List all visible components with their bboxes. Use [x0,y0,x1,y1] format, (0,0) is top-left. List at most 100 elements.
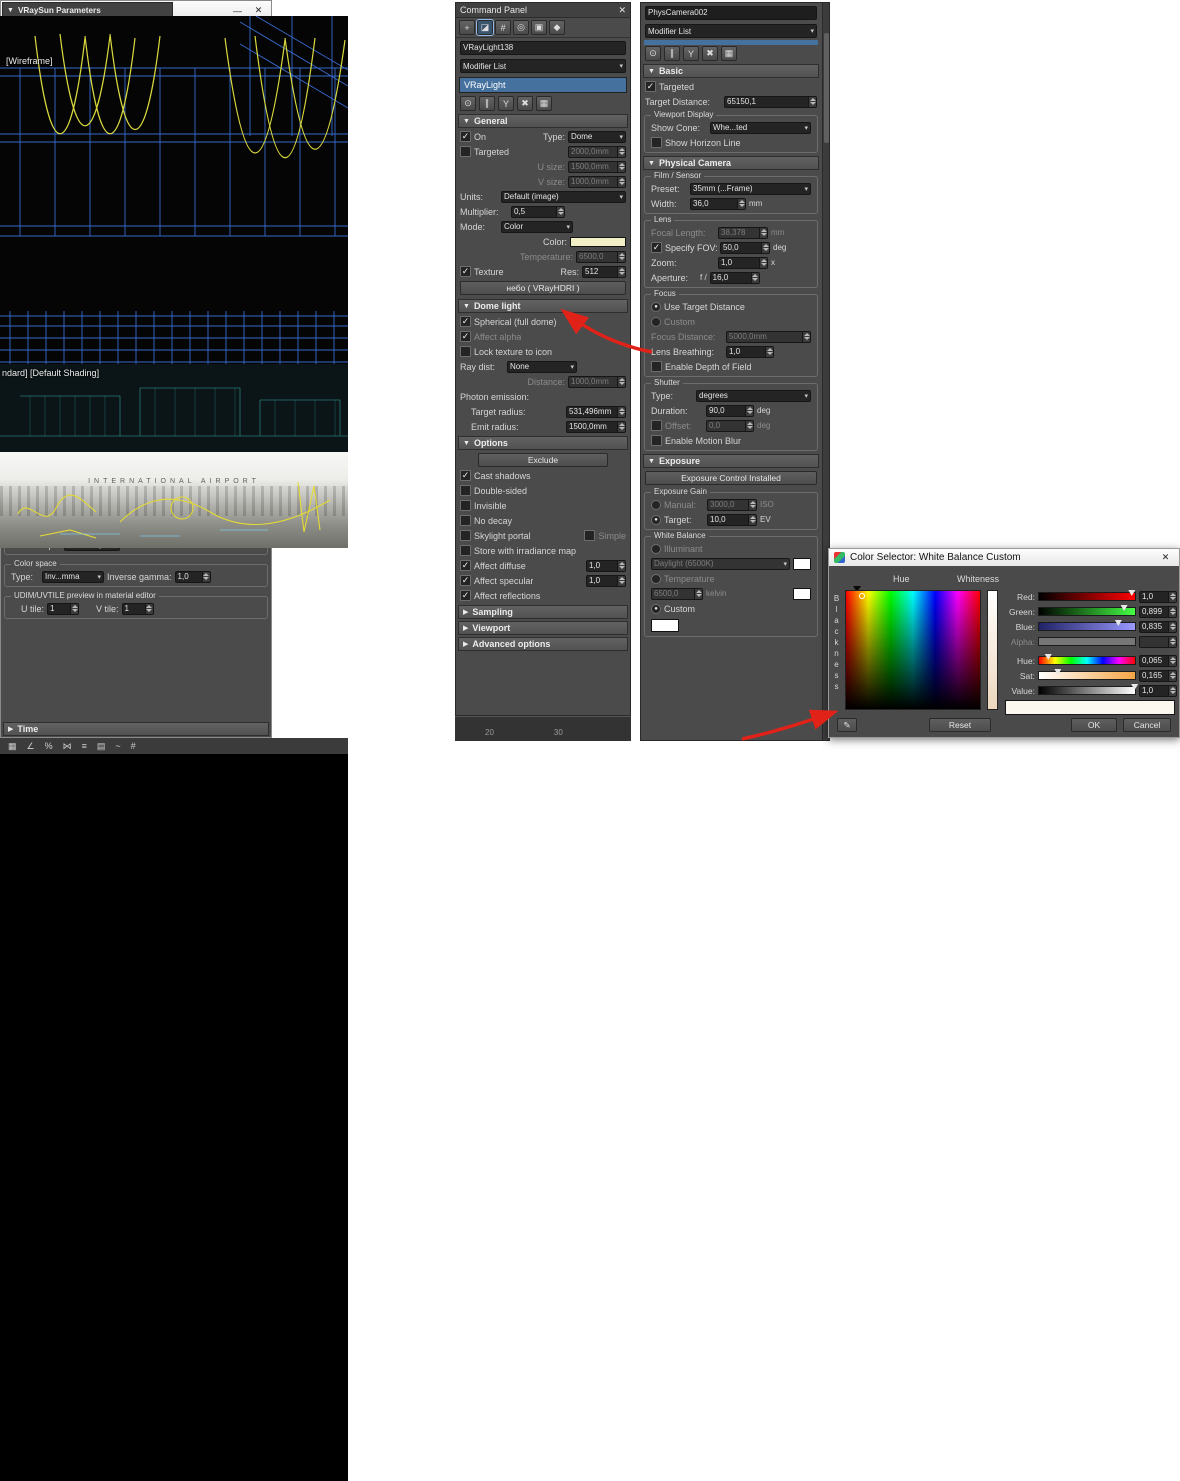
color-selector-titlebar[interactable]: Color Selector: White Balance Custom ✕ [829,549,1179,566]
configure-modifier-sets-icon[interactable]: ▦ [536,96,552,111]
spinner-arrows-icon[interactable] [617,422,625,432]
show-cone-dropdown[interactable]: Whe...ted▾ [710,122,811,134]
value-value-spinner[interactable]: 1,0 [1139,685,1177,697]
texture-checkbox[interactable]: ✓ [460,266,471,277]
light-color-swatch[interactable] [570,237,626,247]
sampling-rollout-header[interactable]: ▶Sampling [458,605,628,619]
spinner-arrows-icon[interactable] [751,273,759,283]
remove-modifier-icon[interactable]: ✖ [517,96,533,111]
show-end-result-icon[interactable]: ∥ [479,96,495,111]
spinner-arrows-icon[interactable] [802,332,810,342]
sat-value-spinner[interactable]: 0,165 [1139,670,1177,682]
affect-alpha-checkbox[interactable]: ✓ [460,331,471,342]
custom-focus-radio[interactable] [651,317,661,327]
duration-spinner[interactable]: 90,0 [706,405,754,417]
shaded-viewport[interactable]: ndard] [Default Shading] [0,364,348,452]
rendered-viewport[interactable]: INTERNATIONAL AIRPORT [0,452,348,548]
camera-name-field[interactable]: PhysCamera002 [645,6,817,20]
affect-diffuse-checkbox[interactable]: ✓ [460,560,471,571]
remove-modifier-icon[interactable]: ✖ [702,46,718,61]
spinner-arrows-icon[interactable] [617,162,625,172]
temperature-color-swatch[interactable] [793,588,811,600]
spinner-arrows-icon[interactable] [759,258,767,268]
display-tab-icon[interactable]: ▣ [531,20,547,35]
modify-tab-icon[interactable]: ◪ [477,20,493,35]
spinner-arrows-icon[interactable] [617,576,625,586]
target-ev-spinner[interactable]: 10,0 [707,514,757,526]
configure-modifier-sets-icon[interactable]: ▦ [721,46,737,61]
spinner-arrows-icon[interactable] [1168,671,1176,681]
color-space-type-dropdown[interactable]: Inv...mma▾ [42,571,104,583]
create-tab-icon[interactable]: + [459,20,475,35]
blue-slider[interactable] [1038,622,1136,631]
u-tile-spinner[interactable]: 1 [47,603,79,615]
spinner-arrows-icon[interactable] [745,406,753,416]
targeted-checkbox[interactable]: ✓ [645,81,656,92]
offset-checkbox[interactable] [651,420,662,431]
hue-blackness-square[interactable] [845,590,981,710]
slider-marker-icon[interactable] [1128,590,1135,596]
layer-manager-icon[interactable]: ▤ [97,741,106,752]
enable-motion-blur-checkbox[interactable] [651,435,662,446]
slider-marker-icon[interactable] [1121,605,1128,611]
zoom-spinner[interactable]: 1,0 [718,257,768,269]
temperature-spinner[interactable]: 6500,0 [651,588,703,600]
multiplier-spinner[interactable]: 0,5 [511,206,565,218]
make-unique-icon[interactable]: Y [683,46,699,61]
pin-stack-icon[interactable]: ⊙ [645,46,661,61]
target-distance-spinner[interactable]: 65150,1 [724,96,817,108]
specify-fov-checkbox[interactable]: ✓ [651,242,662,253]
viewport-shading-label[interactable]: [Wireframe] [6,56,53,66]
store-irradiance-checkbox[interactable] [460,545,471,556]
dome-light-rollout-header[interactable]: ▼Dome light [458,299,628,313]
slider-marker-icon[interactable] [1131,684,1138,690]
blue-value-spinner[interactable]: 0,835 [1139,621,1177,633]
hue-value-spinner[interactable]: 0,065 [1139,655,1177,667]
spinner-arrows-icon[interactable] [617,252,625,262]
scrollbar-thumb[interactable] [824,33,829,143]
no-decay-checkbox[interactable] [460,515,471,526]
offset-spinner[interactable]: 0,0 [706,420,754,432]
v-size-spinner[interactable]: 1000,0mm [568,176,626,188]
mode-dropdown[interactable]: Color▾ [501,221,573,233]
manual-iso-spinner[interactable]: 3000,0 [707,499,757,511]
target-distance-spinner[interactable]: 2000,0mm [568,146,626,158]
light-on-checkbox[interactable]: ✓ [460,131,471,142]
spinner-arrows-icon[interactable] [1168,656,1176,666]
v-tile-spinner[interactable]: 1 [122,603,154,615]
targeted-checkbox[interactable] [460,146,471,157]
lock-texture-checkbox[interactable] [460,346,471,357]
cast-shadows-checkbox[interactable]: ✓ [460,470,471,481]
sat-slider[interactable] [1038,671,1136,680]
spinner-arrows-icon[interactable] [617,267,625,277]
timeline-strip[interactable]: 20 30 [455,716,631,741]
make-unique-icon[interactable]: Y [498,96,514,111]
target-exposure-radio[interactable]: ● [651,515,661,525]
exclude-button[interactable]: Exclude [478,453,608,467]
reset-button[interactable]: Reset [929,718,991,732]
texture-res-spinner[interactable]: 512 [582,266,626,278]
emit-radius-spinner[interactable]: 1500,0mm [566,421,626,433]
spinner-arrows-icon[interactable] [737,199,745,209]
spherical-full-dome-checkbox[interactable]: ✓ [460,316,471,327]
modifier-list-dropdown[interactable]: Modifier List▾ [645,24,817,38]
affect-specular-spinner[interactable]: 1,0 [586,575,626,587]
cancel-button[interactable]: Cancel [1123,718,1171,732]
spinner-arrows-icon[interactable] [745,421,753,431]
green-slider[interactable] [1038,607,1136,616]
green-value-spinner[interactable]: 0,899 [1139,606,1177,618]
advanced-options-rollout-header[interactable]: ▶Advanced options [458,637,628,651]
u-size-spinner[interactable]: 1500,0mm [568,161,626,173]
spinner-arrows-icon[interactable] [1168,686,1176,696]
physical-camera-rollout-header[interactable]: ▼Physical Camera [643,156,819,170]
eyedropper-button[interactable]: ✎ [837,718,857,732]
object-name-field[interactable]: VRayLight138 [460,41,626,55]
film-preset-dropdown[interactable]: 35mm (...Frame)▾ [690,183,811,195]
time-rollout-header[interactable]: ▶Time [3,722,269,736]
illuminant-color-swatch[interactable] [793,558,811,570]
spinner-arrows-icon[interactable] [748,515,756,525]
spinner-arrows-icon[interactable] [808,97,816,107]
value-slider[interactable] [1038,686,1136,695]
hierarchy-tab-icon[interactable]: # [495,20,511,35]
modifier-stack-item-vraylight[interactable]: VRayLight [460,78,626,92]
